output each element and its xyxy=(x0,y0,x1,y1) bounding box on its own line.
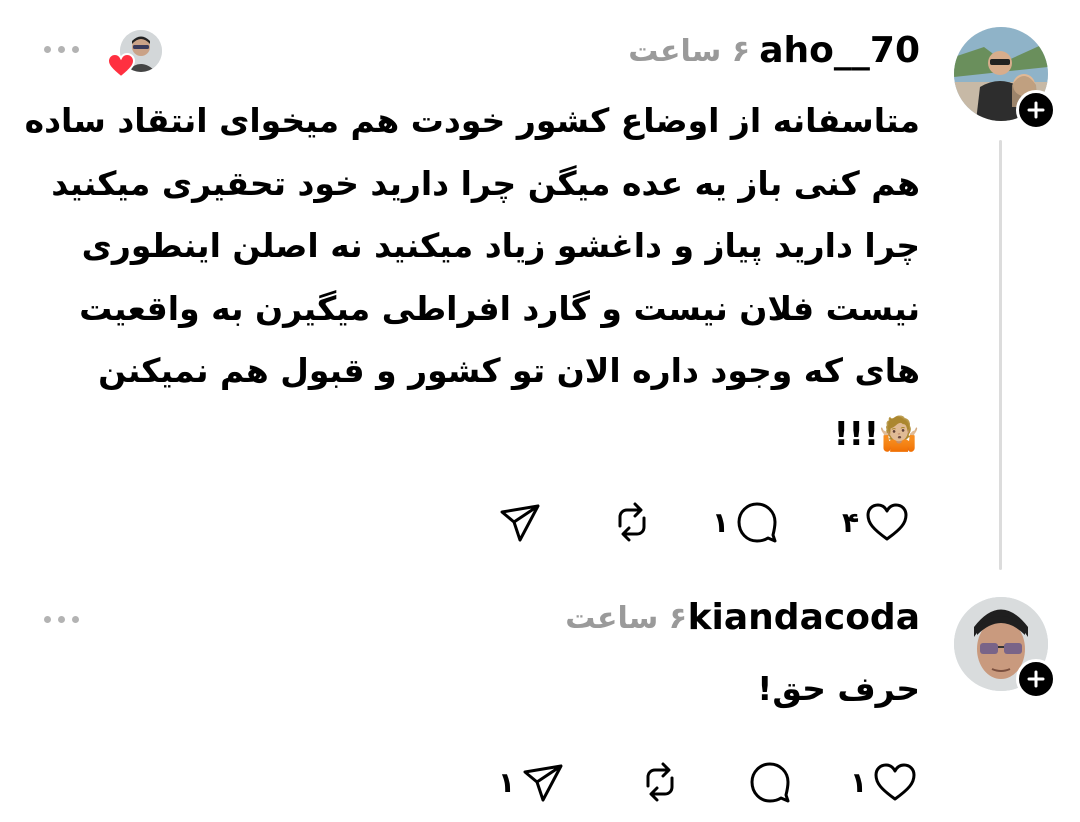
reply-button[interactable]: ۱ xyxy=(712,497,779,547)
repost-button[interactable] xyxy=(632,757,682,807)
repost-icon xyxy=(646,762,674,802)
follow-button[interactable] xyxy=(1016,659,1056,699)
post-body-line: حرف حق! xyxy=(757,669,920,708)
comment-icon xyxy=(737,502,777,543)
thread-post: aho__70 ۶ ساعت متاسفانه از اوضاع کشور خو… xyxy=(0,0,1080,580)
post-body-line: متاسفانه از اوضاع کشور خودت هم میخوای ان… xyxy=(24,101,920,140)
post-body-line: هم کنی باز یه عده میگن چرا دارید خود تحق… xyxy=(51,163,920,203)
send-icon xyxy=(500,504,540,542)
timestamp: ۶ ساعت xyxy=(565,601,687,636)
more-icon[interactable] xyxy=(44,46,79,53)
share-count: ۱ xyxy=(498,765,516,799)
repost-icon xyxy=(618,502,646,542)
post-actions: ۱ ۱ xyxy=(480,757,940,807)
username[interactable]: aho__70 xyxy=(759,30,920,71)
comment-icon xyxy=(750,762,790,803)
username[interactable]: kiandacoda xyxy=(688,597,920,638)
share-button[interactable]: ۱ xyxy=(498,757,565,807)
thread-line xyxy=(999,140,1002,570)
heart-icon xyxy=(866,503,908,541)
post-actions: ۴ ۱ xyxy=(480,497,940,547)
reply-count: ۱ xyxy=(712,505,730,539)
post-body-line: های که وجود داره الان تو کشور و قبول هم … xyxy=(98,351,920,390)
thread-post: kiandacoda ۶ ساعت حرف حق! ۱ ۱ xyxy=(0,585,1080,822)
post-body: متاسفانه از اوضاع کشور خودت هم میخوای ان… xyxy=(20,90,920,465)
repost-button[interactable] xyxy=(604,497,654,547)
like-count: ۴ xyxy=(842,505,860,539)
heart-icon xyxy=(874,763,916,801)
reply-button[interactable] xyxy=(742,757,792,807)
like-button[interactable]: ۱ xyxy=(850,757,917,807)
plus-icon xyxy=(1027,670,1045,688)
follow-button[interactable] xyxy=(1016,90,1056,130)
send-icon xyxy=(523,764,563,802)
like-count: ۱ xyxy=(850,765,868,799)
post-body-line: چرا دارید پیاز و داغشو زیاد میکنید نه اص… xyxy=(81,226,920,265)
post-body-line: نیست فلان نیست و گارد افراطی میگیرن به و… xyxy=(79,288,920,328)
post-body-line: 🤷🏼!!! xyxy=(833,413,920,453)
timestamp: ۶ ساعت xyxy=(628,34,750,69)
post-body: حرف حق! xyxy=(20,658,920,721)
like-button[interactable]: ۴ xyxy=(842,497,909,547)
more-icon[interactable] xyxy=(44,616,79,623)
plus-icon xyxy=(1027,101,1045,119)
share-button[interactable] xyxy=(492,497,542,547)
heart-badge-icon xyxy=(106,52,136,83)
